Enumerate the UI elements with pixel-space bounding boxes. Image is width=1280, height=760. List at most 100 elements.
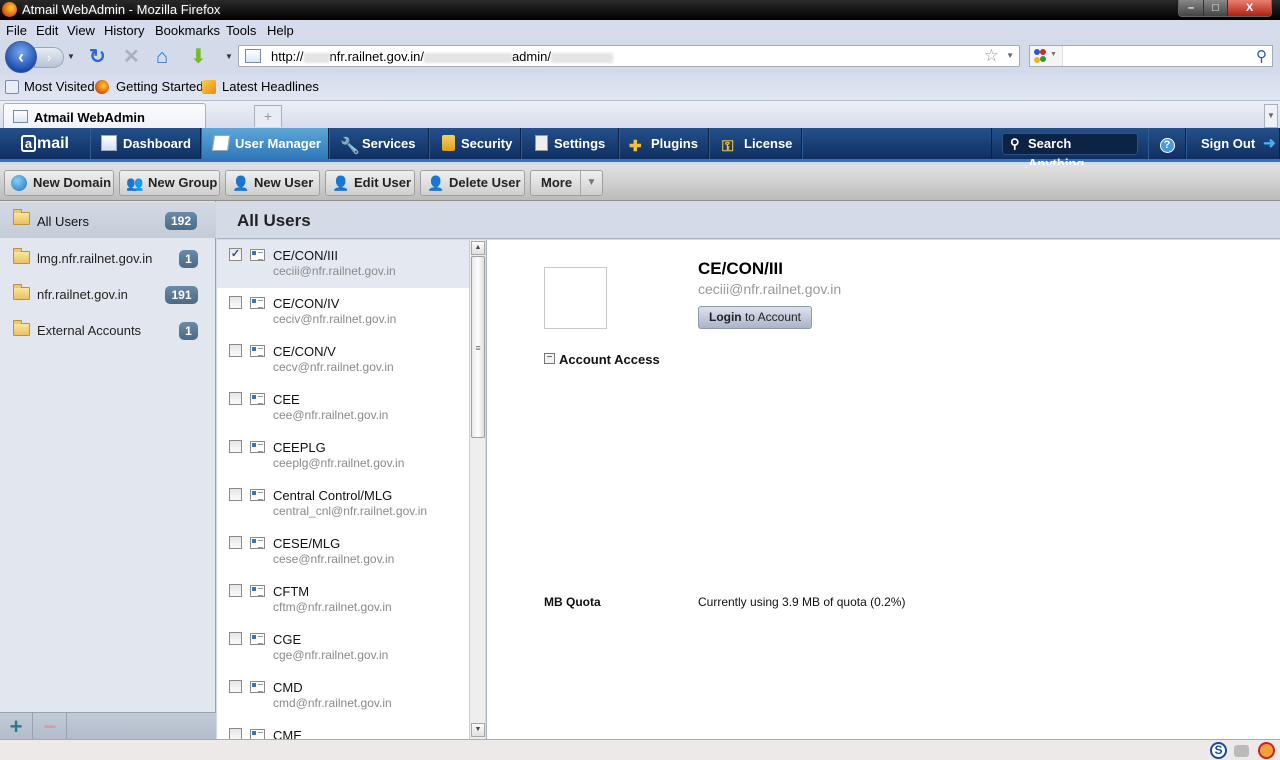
detail-user-name: CE/CON/III [698,259,784,278]
sidebar-item-external-accounts[interactable]: External Accounts 1 [0,311,216,347]
user-checkbox[interactable] [229,296,242,309]
sidebar-item-all-users[interactable]: All Users 192 [0,202,216,238]
more-dropdown-icon[interactable]: ▼ [580,171,602,195]
user-list-item[interactable]: CEE cee@nfr.railnet.gov.in [217,384,469,432]
user-checkbox[interactable] [229,632,242,645]
menu-history[interactable]: History [104,23,144,38]
menu-bookmarks[interactable]: Bookmarks [155,23,220,38]
user-checkbox[interactable] [229,728,242,739]
user-checkbox[interactable] [229,344,242,357]
menu-edit[interactable]: Edit [36,23,58,38]
user-list-item[interactable]: ✓ CE/CON/III ceciii@nfr.railnet.gov.in [217,240,469,288]
window-titlebar: Atmail WebAdmin - Mozilla Firefox – □ X [0,0,1280,20]
user-delete-icon: 👤 [427,175,445,191]
bookmark-most-visited[interactable]: Most Visited [24,79,95,94]
wrench-icon: 🔧 [340,138,360,155]
sidebar-item-nfr-domain[interactable]: nfr.railnet.gov.in 191 [0,275,216,311]
plugin-icon[interactable] [1234,745,1249,757]
web-search-box[interactable]: ▼ ⚲ [1029,45,1273,67]
add-domain-button[interactable]: + [0,713,33,740]
delete-user-button[interactable]: 👤 Delete User [420,170,525,196]
user-list-item[interactable]: CE/CON/IV ceciv@nfr.railnet.gov.in [217,288,469,336]
user-list-item[interactable]: CME [217,720,469,739]
atmail-logo[interactable]: a mail [0,128,90,159]
minimize-button[interactable]: – [1179,0,1203,16]
user-checkbox[interactable] [229,584,242,597]
puzzle-icon: ✚ [629,138,642,155]
toolbar-dropdown-icon[interactable]: ▼ [225,52,233,61]
user-list-item[interactable]: Central Control/MLG central_cnl@nfr.railn… [217,480,469,528]
menu-tools[interactable]: Tools [226,23,256,38]
user-checkbox[interactable] [229,440,242,453]
url-bar[interactable]: http://nfr.railnet.gov.in/admin/ ☆ ▼ [238,45,1020,67]
user-email: central_cnl@nfr.railnet.gov.in [273,504,428,518]
help-button[interactable]: ? [1148,128,1186,159]
tab-list-dropdown-icon[interactable]: ▼ [1264,104,1278,128]
user-checkbox[interactable]: ✓ [229,248,242,261]
tab-atmail-webadmin[interactable]: Atmail WebAdmin [3,103,206,129]
user-list-scrollbar[interactable]: ▲ ≡ ▼ [469,240,485,739]
blocked-icon[interactable] [1258,742,1275,759]
scroll-thumb[interactable]: ≡ [471,256,485,438]
user-checkbox[interactable] [229,536,242,549]
nav-services[interactable]: 🔧 Services [329,128,429,159]
menu-view[interactable]: View [67,23,95,38]
url-text[interactable]: http://nfr.railnet.gov.in/admin/ [271,49,613,64]
user-list-item[interactable]: CE/CON/V cecv@nfr.railnet.gov.in [217,336,469,384]
sidebar-item-lmg-domain[interactable]: lmg.nfr.railnet.gov.in 1 [0,239,216,275]
nav-dashboard[interactable]: Dashboard [90,128,201,159]
user-list-item[interactable]: CFTM cftm@nfr.railnet.gov.in [217,576,469,624]
search-icon[interactable]: ⚲ [1256,47,1267,65]
reload-icon[interactable]: ↻ [89,47,106,67]
nav-plugins[interactable]: ✚ Plugins [619,128,709,159]
sign-out-button[interactable]: Sign Out ➜ [1186,128,1280,159]
more-button[interactable]: More ▼ [530,170,603,196]
skype-icon[interactable]: S [1210,742,1227,759]
vcard-icon [250,393,265,405]
user-list-item[interactable]: CESE/MLG cese@nfr.railnet.gov.in [217,528,469,576]
back-button[interactable]: ‹ [5,41,37,73]
menu-file[interactable]: File [6,23,27,38]
nav-spacer [802,128,992,159]
download-icon[interactable]: ⬇ [190,47,207,67]
bookmark-latest-headlines[interactable]: Latest Headlines [222,79,319,94]
forward-button[interactable]: › [34,47,64,68]
user-checkbox[interactable] [229,680,242,693]
edit-user-button[interactable]: 👤 Edit User [325,170,415,196]
home-icon[interactable]: ⌂ [156,47,168,67]
folder-icon [13,320,30,336]
user-list-item[interactable]: CGE cge@nfr.railnet.gov.in [217,624,469,672]
new-group-button[interactable]: 👥 New Group [119,170,220,196]
user-list-item[interactable]: CEEPLG ceeplg@nfr.railnet.gov.in [217,432,469,480]
maximize-button[interactable]: □ [1203,0,1227,16]
user-checkbox[interactable] [229,392,242,405]
login-to-account-button[interactable]: Login to Account [698,306,812,329]
bookmark-star-icon[interactable]: ☆ [984,46,999,66]
vcard-icon [250,681,265,693]
account-access-section-title: Account Access [559,352,660,367]
scroll-up-icon[interactable]: ▲ [471,241,485,255]
close-window-button[interactable]: X [1227,0,1271,16]
new-user-button[interactable]: 👤 New User [225,170,320,196]
history-dropdown-icon[interactable]: ▼ [67,52,75,61]
bookmark-getting-started[interactable]: Getting Started [116,79,203,94]
user-list-item[interactable]: CMD cmd@nfr.railnet.gov.in [217,672,469,720]
new-tab-button[interactable]: + [254,105,282,127]
nav-user-manager[interactable]: User Manager [201,128,329,159]
settings-switch-icon [535,135,548,151]
menu-help[interactable]: Help [267,23,294,38]
nav-license[interactable]: ⚿ License [709,128,802,159]
tab-favicon [13,110,28,123]
remove-domain-button[interactable]: − [34,713,67,740]
scroll-down-icon[interactable]: ▼ [471,723,485,737]
new-domain-button[interactable]: New Domain [4,170,114,196]
user-checkbox[interactable] [229,488,242,501]
stop-icon[interactable]: ✕ [123,47,140,67]
nav-settings[interactable]: Settings [521,128,619,159]
google-engine-icon[interactable]: ▼ [1030,46,1063,66]
url-dropdown-icon[interactable]: ▼ [1006,51,1014,60]
nav-security[interactable]: Security [429,128,521,159]
user-detail-panel: CE/CON/III ceciii@nfr.railnet.gov.in Log… [486,240,1280,739]
search-anything-box[interactable]: ⚲ Search Anything... [1002,133,1138,171]
collapse-toggle-icon[interactable]: − [544,353,555,364]
